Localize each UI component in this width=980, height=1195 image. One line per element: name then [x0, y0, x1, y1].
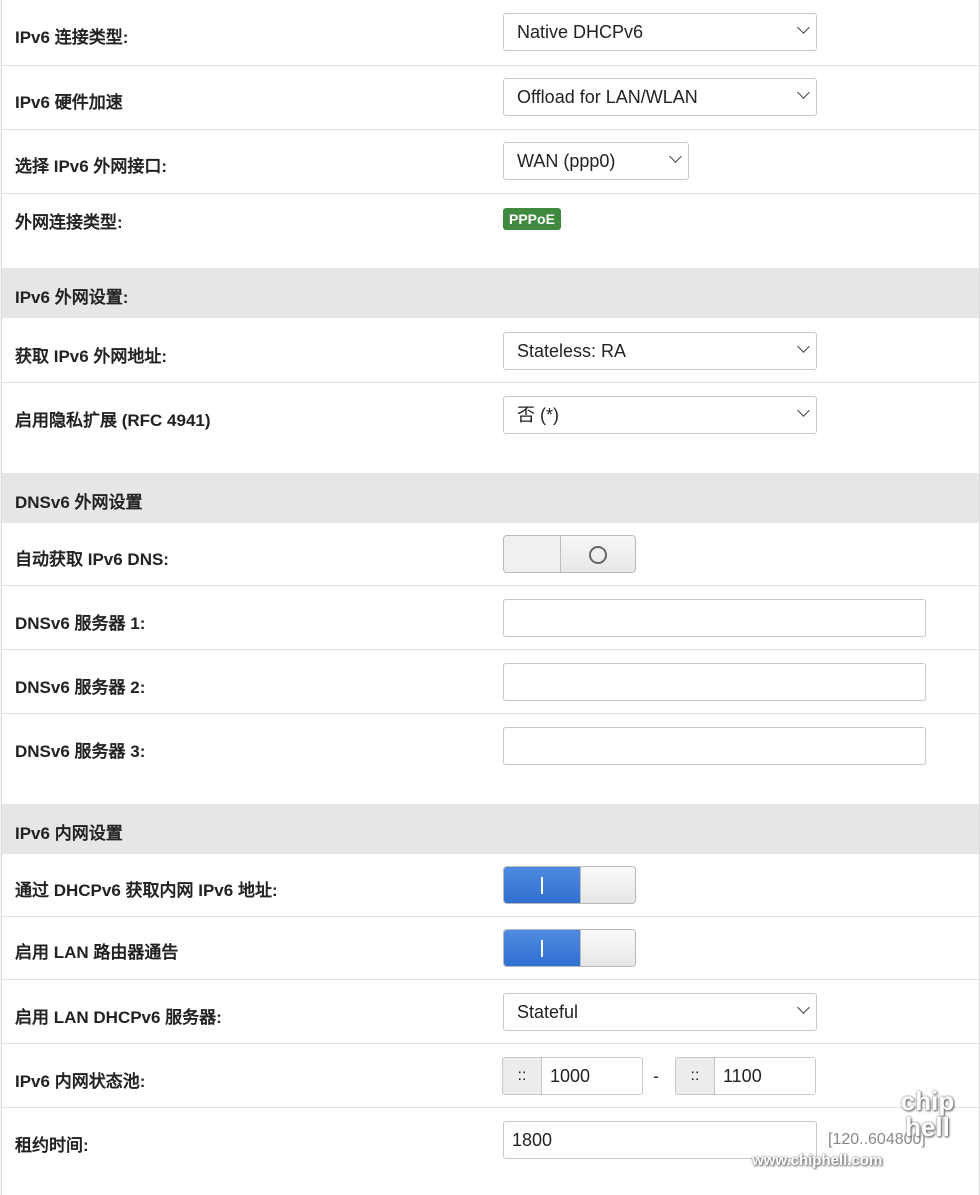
privacy-select[interactable]: 否 (*) [503, 396, 817, 434]
dns-server-2-input[interactable] [503, 663, 926, 701]
row-pool: IPv6 内网状态池: :: 1000 - :: 1100 [2, 1044, 979, 1108]
section-dns-settings: DNSv6 外网设置 [2, 473, 979, 523]
section-wan-settings: IPv6 外网设置: [2, 268, 979, 318]
pool-start-input[interactable]: 1000 [541, 1057, 643, 1095]
row-conn-type: IPv6 连接类型: Native DHCPv6 [2, 0, 979, 66]
row-router-adv: 启用 LAN 路由器通告 [2, 917, 979, 980]
on-bar-icon [541, 940, 543, 957]
toggle-right [580, 930, 635, 966]
get-addr-label: 获取 IPv6 外网地址: [15, 347, 168, 366]
chevron-down-icon [797, 1001, 810, 1014]
off-circle-icon [589, 546, 607, 564]
row-dns-auto: 自动获取 IPv6 DNS: [2, 523, 979, 586]
row-wan-type: 外网连接类型: [2, 194, 979, 268]
chevron-down-icon [669, 150, 682, 163]
watermark-site: www.chiphell.com [752, 1152, 883, 1169]
wan-iface-select[interactable]: WAN (ppp0) [503, 142, 689, 180]
privacy-label: 启用隐私扩展 (RFC 4941) [15, 411, 211, 430]
dhcp-server-select[interactable]: Stateful [503, 993, 817, 1031]
conn-type-label: IPv6 连接类型: [15, 28, 129, 47]
dns-server-3-input[interactable] [503, 727, 926, 765]
pool-start-prefix: :: [502, 1057, 541, 1095]
lan-dhcp-addr-label: 通过 DHCPv6 获取内网 IPv6 地址: [15, 881, 278, 900]
dns-auto-label: 自动获取 IPv6 DNS: [15, 550, 169, 569]
lease-label: 租约时间: [15, 1136, 89, 1155]
dns-auto-toggle[interactable] [503, 535, 636, 573]
wan-iface-value: WAN (ppp0) [517, 151, 616, 171]
row-wan-iface: 选择 IPv6 外网接口: WAN (ppp0) [2, 130, 979, 194]
conn-type-value: Native DHCPv6 [517, 22, 644, 42]
chevron-down-icon [797, 340, 810, 353]
chevron-down-icon [797, 86, 810, 99]
hw-accel-label: IPv6 硬件加速 [15, 93, 123, 112]
hw-accel-select[interactable]: Offload for LAN/WLAN [503, 78, 817, 116]
hw-accel-value: Offload for LAN/WLAN [517, 87, 698, 107]
row-privacy: 启用隐私扩展 (RFC 4941) 否 (*) [2, 383, 979, 473]
section-dns-title: DNSv6 外网设置 [15, 493, 143, 512]
dns-server-1-input[interactable] [503, 599, 926, 637]
toggle-left [504, 536, 561, 572]
dhcp-server-value: Stateful [517, 1002, 579, 1022]
router-adv-label: 启用 LAN 路由器通告 [15, 943, 179, 962]
row-hw-accel: IPv6 硬件加速 Offload for LAN/WLAN [2, 66, 979, 130]
conn-type-select[interactable]: Native DHCPv6 [503, 13, 817, 51]
dns-server-3-label: DNSv6 服务器 3: [15, 742, 146, 761]
pool-label: IPv6 内网状态池: [15, 1072, 146, 1091]
on-bar-icon [541, 877, 543, 894]
router-adv-toggle[interactable] [503, 929, 636, 967]
get-addr-value: Stateless: RA [517, 341, 627, 361]
section-wan-title: IPv6 外网设置: [15, 288, 129, 307]
pool-separator: - [653, 1066, 659, 1086]
wan-type-badge: PPPoE [503, 208, 561, 230]
row-dns-server-3: DNSv6 服务器 3: [2, 714, 979, 804]
pool-end-input[interactable]: 1100 [714, 1057, 816, 1095]
row-lan-dhcp-addr: 通过 DHCPv6 获取内网 IPv6 地址: [2, 854, 979, 917]
dns-server-1-label: DNSv6 服务器 1: [15, 614, 146, 633]
toggle-right [580, 867, 635, 903]
get-addr-select[interactable]: Stateless: RA [503, 332, 817, 370]
dns-server-2-label: DNSv6 服务器 2: [15, 678, 146, 697]
privacy-value: 否 (*) [517, 405, 559, 425]
wan-iface-label: 选择 IPv6 外网接口: [15, 157, 168, 176]
lan-dhcp-addr-toggle[interactable] [503, 866, 636, 904]
dhcp-server-label: 启用 LAN DHCPv6 服务器: [15, 1008, 222, 1027]
row-dns-server-2: DNSv6 服务器 2: [2, 650, 979, 714]
row-get-addr: 获取 IPv6 外网地址: Stateless: RA [2, 319, 979, 383]
watermark-logo: chip hell [900, 1086, 955, 1142]
row-dns-server-1: DNSv6 服务器 1: [2, 586, 979, 650]
section-lan-title: IPv6 内网设置 [15, 824, 123, 843]
chevron-down-icon [797, 404, 810, 417]
settings-panel: IPv6 连接类型: Native DHCPv6 IPv6 硬件加速 Offlo… [1, 0, 980, 1195]
section-lan-settings: IPv6 内网设置 [2, 804, 979, 854]
pool-end-prefix: :: [675, 1057, 714, 1095]
row-dhcp-server: 启用 LAN DHCPv6 服务器: Stateful [2, 980, 979, 1044]
chevron-down-icon [797, 21, 810, 34]
wan-type-label: 外网连接类型: [15, 213, 123, 232]
